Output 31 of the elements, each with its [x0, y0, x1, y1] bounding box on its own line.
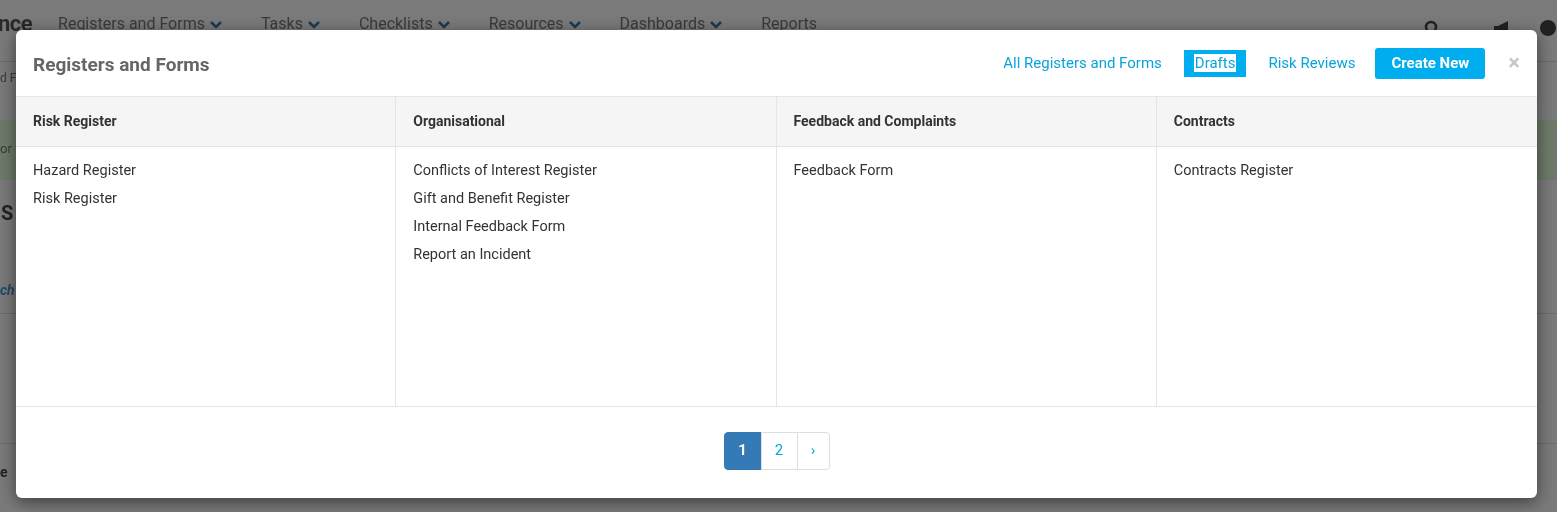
nav-tab[interactable]: Risk Reviews — [1268, 51, 1356, 75]
column-heading: Contracts — [1173, 112, 1235, 131]
nav-tab[interactable]: All Registers and Forms — [1003, 51, 1162, 75]
nav-item[interactable]: Checklists — [358, 12, 451, 36]
register-link[interactable]: Feedback Form — [793, 160, 1139, 181]
create-new-button[interactable]: Create New — [1375, 47, 1486, 79]
page-text: ch — [0, 283, 15, 297]
page-button[interactable]: 1 — [723, 431, 762, 470]
nav-item[interactable]: Registers and Forms — [58, 12, 223, 36]
nav-item[interactable]: Tasks — [260, 12, 321, 36]
register-link[interactable]: Gift and Benefit Register — [413, 188, 759, 209]
register-link[interactable]: Conflicts of Interest Register — [413, 160, 759, 181]
register-link[interactable]: Internal Feedback Form — [413, 216, 759, 237]
register-link[interactable]: Report an Incident — [413, 244, 759, 265]
page-button[interactable]: › — [796, 431, 830, 470]
page-text: or — [0, 142, 12, 155]
logo-text: nce — [0, 13, 33, 35]
register-link[interactable]: Risk Register — [33, 188, 379, 209]
page-text: e — [0, 465, 8, 479]
close-button[interactable]: × — [1508, 52, 1520, 74]
modal-title: Registers and Forms — [33, 51, 210, 78]
register-link[interactable]: Contracts Register — [1173, 160, 1520, 181]
column-heading: Risk Register — [33, 112, 117, 131]
register-link[interactable]: Hazard Register — [33, 160, 379, 181]
nav-item[interactable]: Resources — [488, 12, 582, 36]
column-heading: Organisational — [413, 112, 505, 131]
nav-tab[interactable]: Drafts — [1183, 49, 1247, 77]
nav-item[interactable]: Dashboards — [619, 12, 724, 36]
page-button[interactable]: 2 — [760, 431, 798, 470]
column-heading: Feedback and Complaints — [793, 112, 957, 131]
page-text: S — [1, 203, 14, 223]
